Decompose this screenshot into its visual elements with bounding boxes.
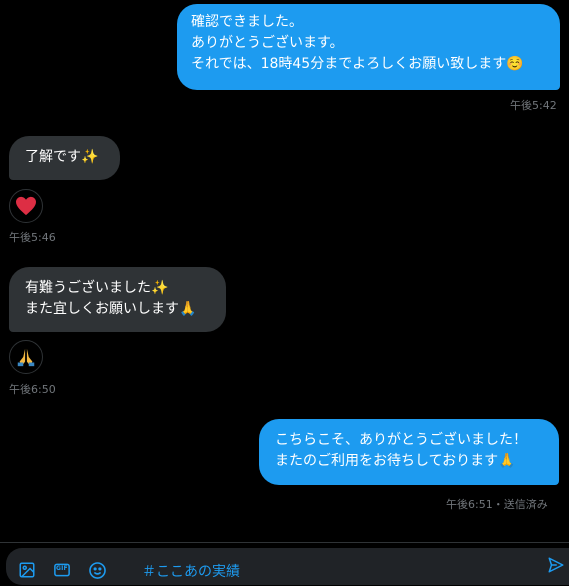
emoji-icon[interactable] xyxy=(87,560,107,580)
message-line: 確認できました。 xyxy=(191,14,303,30)
message-bubble-outgoing[interactable]: こちらこそ、ありがとうございました！ またのご利用をお待ちしております🙏 xyxy=(259,419,559,485)
message-line: こちらこそ、ありがとうございました！ xyxy=(275,432,527,448)
message-line: また宜しくお願いします🙏 xyxy=(25,301,197,317)
message-line: 了解です✨ xyxy=(25,149,99,165)
message-input[interactable]: ＃ここあの実績 xyxy=(142,561,240,581)
smiling-face-emoji: ☺️ xyxy=(506,56,524,72)
message-line: 有難うございました✨ xyxy=(25,280,169,296)
message-line: ありがとうございます。 xyxy=(191,35,344,51)
message-bubble-outgoing[interactable]: 確認できました。 ありがとうございます。 それでは、18時45分までよろしくお願… xyxy=(177,4,560,90)
heart-icon-graphic xyxy=(16,196,36,216)
composer-box: GIF ＃ここあの実績 xyxy=(6,548,569,585)
send-icon[interactable] xyxy=(547,556,565,574)
image-icon[interactable] xyxy=(17,560,37,580)
message-line: それでは、18時45分までよろしくお願い致します☺️ xyxy=(191,56,524,72)
message-line: またのご利用をお待ちしております🙏 xyxy=(275,453,516,469)
sparkles-emoji: ✨ xyxy=(81,149,99,165)
dm-conversation: 確認できました。 ありがとうございます。 それでは、18時45分までよろしくお願… xyxy=(0,0,569,586)
folded-hands-emoji: 🙏 xyxy=(179,301,197,317)
folded-hands-icon-graphic xyxy=(17,348,35,367)
gif-label: GIF xyxy=(56,565,68,572)
folded-hands-emoji: 🙏 xyxy=(498,453,516,469)
message-timestamp: 午後6:51・送信済み xyxy=(446,498,548,511)
sparkles-emoji: ✨ xyxy=(151,280,169,296)
message-timestamp: 午後5:42 xyxy=(510,99,557,112)
message-bubble-incoming[interactable]: 有難うございました✨ また宜しくお願いします🙏 xyxy=(9,267,226,332)
message-timestamp: 午後5:46 xyxy=(9,231,56,244)
folded-hands-icon[interactable] xyxy=(9,340,43,374)
message-composer: GIF ＃ここあの実績 xyxy=(0,542,569,586)
heart-icon[interactable] xyxy=(9,189,43,223)
gif-icon[interactable]: GIF xyxy=(52,560,72,580)
message-timestamp: 午後6:50 xyxy=(9,383,56,396)
message-bubble-incoming[interactable]: 了解です✨ xyxy=(9,136,120,180)
